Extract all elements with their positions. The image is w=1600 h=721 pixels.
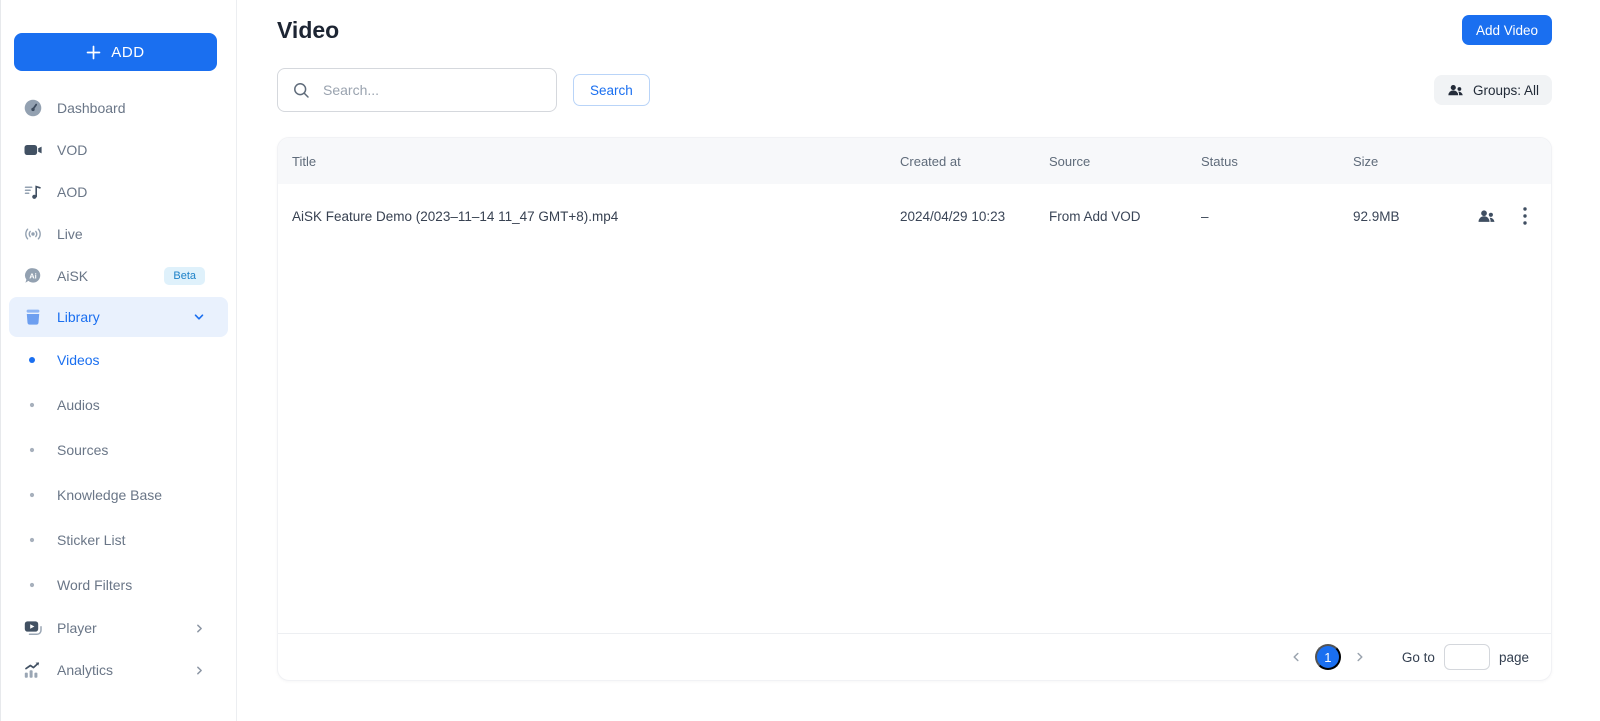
sidebar-item-label: Live (57, 226, 83, 242)
dashboard-icon (23, 98, 43, 118)
add-button[interactable]: ADD (14, 33, 217, 71)
video-title-cell: AiSK Feature Demo (2023–11–14 11_47 GMT+… (292, 209, 900, 224)
bullet-icon (30, 447, 34, 451)
add-button-label: ADD (111, 44, 144, 61)
bullet-icon (30, 537, 34, 541)
goto-page-group: Go to page (1402, 644, 1529, 670)
chevron-down-icon (193, 311, 205, 323)
sidebar-item-aod[interactable]: AOD (1, 171, 236, 213)
sidebar-item-label: Library (57, 309, 100, 325)
sidebar-item-analytics[interactable]: Analytics (1, 649, 236, 691)
sidebar: ADD Dashboard VOD AOD (0, 0, 237, 721)
row-more-menu-button[interactable] (1523, 207, 1527, 225)
beta-badge: Beta (164, 267, 205, 285)
goto-page-input[interactable] (1444, 644, 1490, 670)
add-video-button[interactable]: Add Video (1462, 15, 1552, 45)
sidebar-item-label: Dashboard (57, 100, 126, 116)
row-actions (1477, 207, 1527, 226)
groups-button-label: Groups: All (1473, 83, 1539, 98)
status-cell: – (1201, 209, 1353, 224)
column-header-size: Size (1353, 154, 1477, 169)
main-content: Video Add Video Search Groups: All Title (237, 0, 1600, 721)
ai-chat-bubble-icon: Ai (23, 266, 43, 286)
sidebar-item-library[interactable]: Library (9, 297, 228, 337)
page-number-button[interactable]: 1 (1315, 644, 1341, 670)
video-table-card: Title Created at Source Status Size AiSK… (277, 137, 1552, 681)
sidebar-item-sources[interactable]: Sources (1, 427, 236, 472)
toolbar: Search Groups: All (277, 68, 1552, 112)
size-cell: 92.9MB (1353, 209, 1477, 224)
table-header: Title Created at Source Status Size (278, 138, 1551, 184)
kebab-menu-icon (1523, 207, 1527, 225)
svg-text:Ai: Ai (29, 271, 37, 280)
sidebar-item-knowledge-base[interactable]: Knowledge Base (1, 472, 236, 517)
users-icon (1447, 82, 1464, 99)
goto-label: Go to (1402, 650, 1435, 665)
users-icon (1477, 207, 1496, 226)
sidebar-item-dashboard[interactable]: Dashboard (1, 87, 236, 129)
column-header-created-at: Created at (900, 154, 1049, 169)
next-page-button[interactable] (1348, 651, 1372, 663)
sidebar-item-label: Audios (57, 397, 100, 413)
broadcast-icon (23, 224, 43, 244)
sidebar-item-live[interactable]: Live (1, 213, 236, 255)
sidebar-item-sticker-list[interactable]: Sticker List (1, 517, 236, 562)
sidebar-item-aisk[interactable]: Ai AiSK Beta (1, 255, 236, 297)
table-footer: 1 Go to page (278, 633, 1551, 680)
page-title: Video (277, 17, 339, 44)
plus-icon (86, 45, 101, 60)
column-header-status: Status (1201, 154, 1353, 169)
sidebar-nav: Dashboard VOD AOD Live (1, 87, 236, 691)
sidebar-item-label: Player (57, 620, 97, 636)
bullet-icon (30, 582, 34, 586)
chevron-right-icon (1354, 651, 1366, 663)
sidebar-item-label: Videos (57, 352, 100, 368)
table-empty-space (278, 248, 1551, 633)
bullet-icon (29, 357, 35, 363)
sidebar-item-label: VOD (57, 142, 87, 158)
column-header-title: Title (292, 154, 900, 169)
sidebar-item-videos[interactable]: Videos (1, 337, 236, 382)
chevron-left-icon (1290, 651, 1302, 663)
sidebar-item-label: Sources (57, 442, 108, 458)
page-header: Video Add Video (277, 14, 1552, 46)
sidebar-item-audios[interactable]: Audios (1, 382, 236, 427)
app-window: ADD Dashboard VOD AOD (0, 0, 1600, 721)
sidebar-item-label: AOD (57, 184, 87, 200)
source-cell: From Add VOD (1049, 209, 1201, 224)
row-groups-button[interactable] (1477, 207, 1496, 226)
search-box (277, 68, 557, 112)
created-at-cell: 2024/04/29 10:23 (900, 209, 1049, 224)
sidebar-item-label: Word Filters (57, 577, 132, 593)
bullet-icon (30, 492, 34, 496)
column-header-source: Source (1049, 154, 1201, 169)
sidebar-item-player[interactable]: Player (1, 607, 236, 649)
video-camera-icon (23, 140, 43, 160)
search-button[interactable]: Search (573, 74, 650, 106)
search-icon (293, 82, 310, 99)
sidebar-item-word-filters[interactable]: Word Filters (1, 562, 236, 607)
player-icon (23, 618, 43, 638)
sidebar-item-vod[interactable]: VOD (1, 129, 236, 171)
bullet-icon (30, 402, 34, 406)
sidebar-item-label: AiSK (57, 268, 88, 284)
sidebar-item-label: Sticker List (57, 532, 125, 548)
groups-filter-button[interactable]: Groups: All (1434, 75, 1552, 105)
library-icon (23, 307, 43, 327)
sidebar-item-label: Knowledge Base (57, 487, 162, 503)
analytics-chart-icon (23, 660, 43, 680)
page-label: page (1499, 650, 1529, 665)
search-input[interactable] (321, 81, 544, 99)
table-row[interactable]: AiSK Feature Demo (2023–11–14 11_47 GMT+… (278, 184, 1551, 248)
sidebar-item-label: Analytics (57, 662, 113, 678)
chevron-right-icon (194, 665, 205, 676)
chevron-right-icon (194, 623, 205, 634)
previous-page-button[interactable] (1284, 651, 1308, 663)
music-note-icon (23, 182, 43, 202)
